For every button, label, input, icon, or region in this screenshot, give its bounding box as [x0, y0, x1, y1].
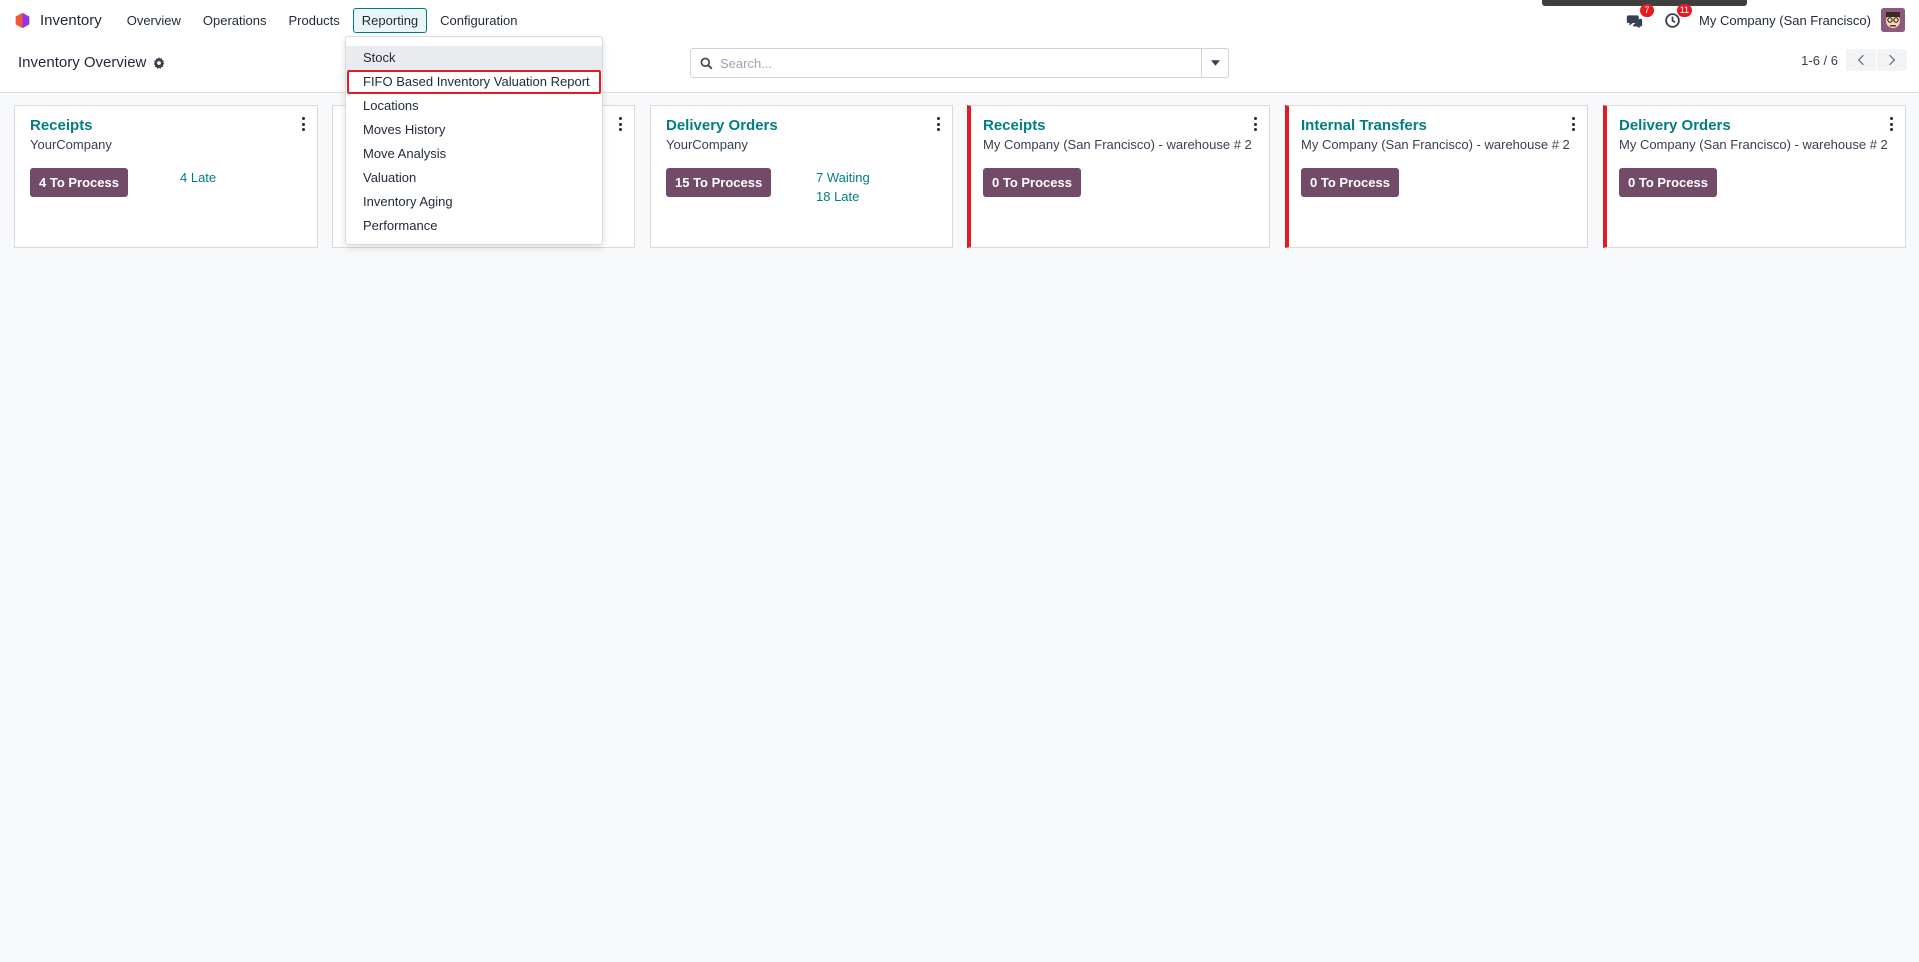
messages-button[interactable]: 7	[1623, 4, 1655, 31]
systray: 7 11 My Company (San Francisco)	[1623, 0, 1905, 40]
kebab-menu-icon[interactable]	[301, 117, 305, 131]
app-name: Inventory	[40, 11, 102, 29]
pager-previous-button[interactable]	[1846, 49, 1876, 71]
page-title-text: Inventory Overview	[18, 54, 147, 71]
late-link[interactable]: 4 Late	[180, 170, 216, 185]
top-navbar: Inventory Overview Operations Products R…	[0, 0, 1919, 40]
pager-value[interactable]: 1-6 / 6	[1801, 53, 1838, 68]
app-brand[interactable]: Inventory	[14, 0, 102, 40]
card-title[interactable]: Receipts	[983, 117, 1046, 134]
search-options-toggle[interactable]	[1201, 49, 1228, 77]
inventory-app-icon	[15, 12, 30, 28]
to-process-button[interactable]: 0 To Process	[983, 168, 1081, 197]
search-bar	[690, 48, 1229, 78]
waiting-link[interactable]: 7 Waiting	[816, 170, 870, 185]
card-subtitle: YourCompany	[30, 137, 112, 152]
operation-card: Internal Transfers My Company (San Franc…	[1285, 105, 1588, 248]
kebab-menu-icon[interactable]	[1253, 117, 1257, 131]
search-input[interactable]	[720, 55, 1201, 71]
operation-card: Receipts My Company (San Francisco) - wa…	[967, 105, 1270, 248]
caret-down-icon	[1210, 60, 1220, 66]
card-title[interactable]: Receipts	[30, 117, 93, 134]
late-link[interactable]: 18 Late	[816, 189, 859, 204]
menu-operations[interactable]: Operations	[194, 8, 276, 33]
menu-item-valuation[interactable]: Valuation	[346, 166, 602, 190]
to-process-button[interactable]: 0 To Process	[1619, 168, 1717, 197]
pager: 1-6 / 6	[1801, 49, 1907, 71]
reporting-dropdown: Stock FIFO Based Inventory Valuation Rep…	[345, 36, 603, 245]
company-switcher[interactable]: My Company (San Francisco)	[1699, 13, 1871, 28]
activities-badge: 11	[1676, 4, 1693, 17]
to-process-button[interactable]: 4 To Process	[30, 168, 128, 197]
kebab-menu-icon[interactable]	[936, 117, 940, 131]
menu-overview[interactable]: Overview	[118, 8, 190, 33]
messages-badge: 7	[1640, 4, 1655, 17]
card-subtitle: My Company (San Francisco) - warehouse #…	[1301, 137, 1570, 152]
kebab-menu-icon[interactable]	[1889, 117, 1893, 131]
to-process-button[interactable]: 15 To Process	[666, 168, 772, 197]
page-title: Inventory Overview	[18, 54, 165, 71]
gear-icon[interactable]	[153, 56, 165, 69]
menu-item-moves-history[interactable]: Moves History	[346, 118, 602, 142]
user-avatar[interactable]	[1881, 8, 1905, 32]
kebab-menu-icon[interactable]	[1571, 117, 1575, 131]
card-subtitle: My Company (San Francisco) - warehouse #…	[1619, 137, 1888, 152]
menu-item-locations[interactable]: Locations	[346, 94, 602, 118]
avatar-icon	[1881, 8, 1905, 32]
operation-card: Delivery Orders My Company (San Francisc…	[1603, 105, 1906, 248]
chevron-right-icon	[1889, 54, 1896, 66]
to-process-button[interactable]: 0 To Process	[1301, 168, 1399, 197]
activities-button[interactable]: 11	[1661, 4, 1693, 31]
menu-reporting[interactable]: Reporting	[352, 7, 428, 33]
card-title[interactable]: Delivery Orders	[666, 117, 778, 134]
menu-item-performance[interactable]: Performance	[346, 214, 602, 238]
menu-item-stock[interactable]: Stock	[346, 46, 602, 70]
card-subtitle: My Company (San Francisco) - warehouse #…	[983, 137, 1252, 152]
card-subtitle: YourCompany	[666, 137, 748, 152]
kebab-menu-icon[interactable]	[618, 117, 622, 131]
card-title[interactable]: Internal Transfers	[1301, 117, 1427, 134]
operation-card: Receipts YourCompany 4 To Process 4 Late	[14, 105, 318, 248]
menu-item-move-analysis[interactable]: Move Analysis	[346, 142, 602, 166]
operation-card: Delivery Orders YourCompany 15 To Proces…	[650, 105, 953, 248]
search-icon	[700, 57, 713, 69]
main-menu: Overview Operations Products Reporting C…	[116, 7, 529, 33]
menu-item-fifo-valuation-report[interactable]: FIFO Based Inventory Valuation Report	[347, 70, 601, 94]
menu-configuration[interactable]: Configuration	[431, 8, 526, 33]
menu-item-inventory-aging[interactable]: Inventory Aging	[346, 190, 602, 214]
card-title[interactable]: Delivery Orders	[1619, 117, 1731, 134]
chat-icon	[1626, 14, 1642, 28]
control-panel: Inventory Overview 1-6 / 6	[0, 40, 1919, 93]
pager-next-button[interactable]	[1877, 49, 1907, 71]
chevron-left-icon	[1857, 54, 1864, 66]
menu-products[interactable]: Products	[279, 8, 348, 33]
